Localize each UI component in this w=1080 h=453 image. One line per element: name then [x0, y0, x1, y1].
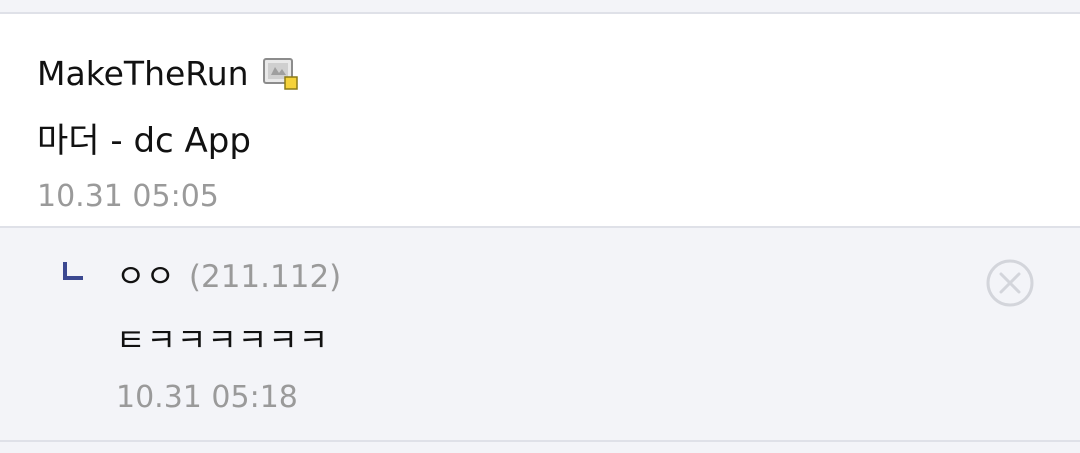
comment-author-row: MakeTheRun	[37, 54, 299, 94]
reply-item: ㅇㅇ (211.112) ㅌㅋㅋㅋㅋㅋㅋ 10.31 05:18	[0, 228, 1080, 440]
comment-item: MakeTheRun 마더 - dc App 10.31 05:05	[0, 14, 1080, 226]
reply-ip: (211.112)	[188, 259, 342, 295]
comment-thread: MakeTheRun 마더 - dc App 10.31 05:05 ㅇㅇ (21…	[0, 0, 1080, 453]
gallog-badge-icon[interactable]	[262, 57, 299, 91]
top-spacer	[0, 0, 1080, 12]
reply-timestamp: 10.31 05:18	[116, 380, 298, 415]
comment-text: 마더 - dc App	[37, 121, 251, 161]
reply-arrow-icon	[62, 260, 84, 282]
reply-author-name[interactable]: ㅇㅇ	[116, 257, 175, 295]
delete-circle-icon	[986, 259, 1034, 307]
reply-author-row: ㅇㅇ (211.112)	[116, 256, 341, 297]
comment-timestamp: 10.31 05:05	[37, 179, 219, 214]
comment-author-name[interactable]: MakeTheRun	[37, 54, 249, 94]
bottom-spacer	[0, 442, 1080, 453]
delete-reply-button[interactable]	[986, 259, 1034, 307]
reply-text: ㅌㅋㅋㅋㅋㅋㅋ	[116, 321, 330, 359]
